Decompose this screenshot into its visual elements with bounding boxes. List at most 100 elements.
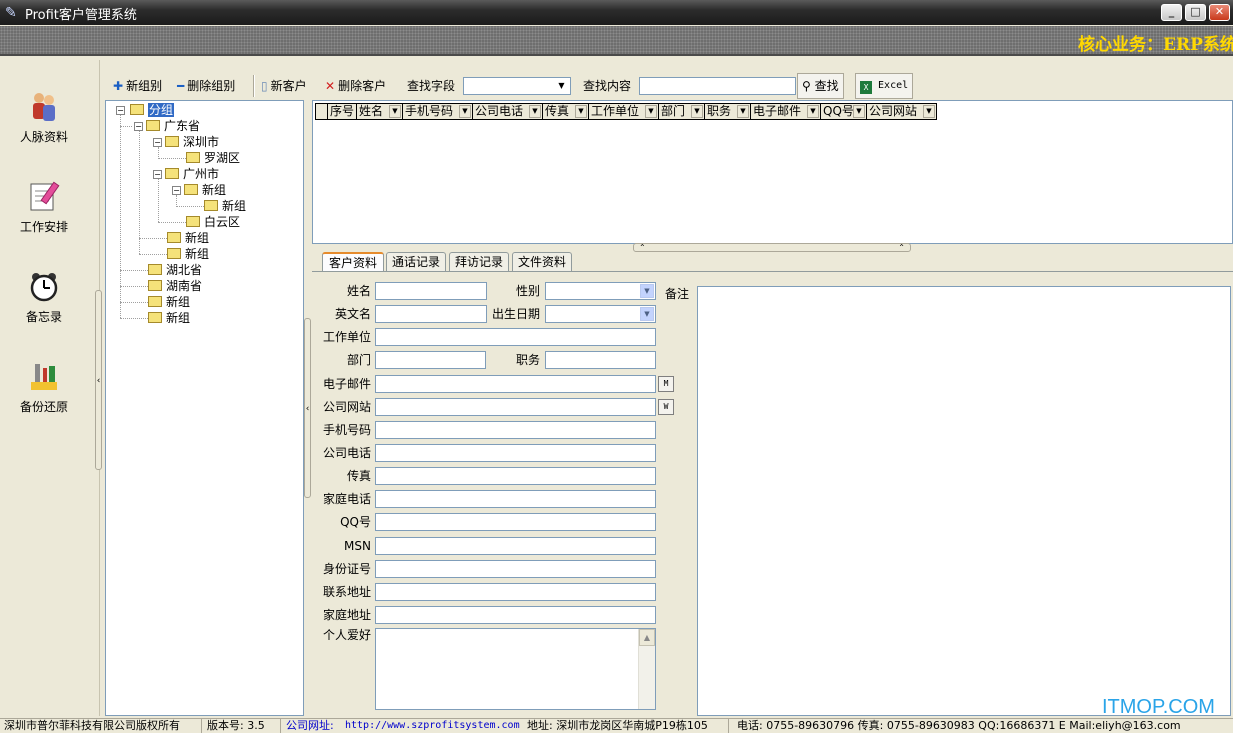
remark-textarea[interactable] <box>697 286 1231 716</box>
position-field[interactable] <box>545 351 656 369</box>
excel-button[interactable]: X Excel <box>855 73 914 99</box>
qq-field[interactable] <box>375 513 656 531</box>
grid-col-header[interactable]: 公司网站 ▼ <box>867 103 937 120</box>
send-mail-button[interactable]: M <box>658 376 674 392</box>
tree-node-guangdong[interactable]: − 广东省 <box>130 118 200 134</box>
grid-row-indicator <box>316 103 328 120</box>
scroll-up-icon[interactable]: ▲ <box>639 629 655 646</box>
collapse-icon[interactable]: − <box>153 138 162 147</box>
label-home-address: 家庭地址 <box>322 608 371 622</box>
new-group-button[interactable]: ✚ 新组别 <box>113 76 162 96</box>
nav-item-schedule[interactable]: 工作安排 <box>0 180 88 235</box>
department-field[interactable] <box>375 351 486 369</box>
collapse-tree-handle[interactable]: ‹ <box>304 318 311 498</box>
title-bar: ✎ Profit客户管理系统 _ □ ✕ <box>0 0 1233 25</box>
nav-item-contacts[interactable]: 人脉资料 <box>0 90 88 145</box>
tree-node-baiyun[interactable]: 白云区 <box>186 214 240 230</box>
grid-col-header[interactable]: 传真 ▼ <box>543 103 589 120</box>
grid-col-header[interactable]: 电子邮件 ▼ <box>751 103 821 120</box>
contact-address-field[interactable] <box>375 583 656 601</box>
label-hobbies: 个人爱好 <box>322 628 371 642</box>
english-name-field[interactable] <box>375 305 487 323</box>
tree-node-root[interactable]: − 分组 <box>114 102 175 118</box>
tab-file-data[interactable]: 文件资料 <box>512 252 572 272</box>
status-website-link[interactable]: http://www.szprofitsystem.com <box>345 719 520 733</box>
tree-node-gz-new-child[interactable]: 新组 <box>204 198 246 214</box>
delete-customer-button[interactable]: ✕ 删除客户 <box>325 76 386 96</box>
tree-node-shenzhen[interactable]: − 深圳市 <box>149 134 219 150</box>
minus-icon: ━ <box>177 79 185 93</box>
nav-item-memo[interactable]: 备忘录 <box>0 270 88 325</box>
folder-icon <box>165 168 179 179</box>
window-title: Profit客户管理系统 <box>25 8 137 23</box>
grid-col-header[interactable]: QQ号 ▼ <box>821 103 867 120</box>
msn-field[interactable] <box>375 537 656 555</box>
label-id-number: 身份证号 <box>322 562 371 576</box>
home-address-field[interactable] <box>375 606 656 624</box>
grid-col-header[interactable]: 职务 ▼ <box>705 103 751 120</box>
tree-node-gd-new-2[interactable]: 新组 <box>167 246 209 262</box>
home-phone-field[interactable] <box>375 490 656 508</box>
tree-node-gz-new[interactable]: − 新组 <box>168 182 226 198</box>
tree-node-hubei[interactable]: 湖北省 <box>148 262 202 278</box>
banner-marquee: 核心业务：ERP系统 <box>1078 35 1233 55</box>
search-content-input[interactable] <box>639 77 796 95</box>
mobile-field[interactable] <box>375 421 656 439</box>
email-field[interactable] <box>375 375 656 393</box>
label-website: 公司网站 <box>322 400 371 414</box>
tree-node-gd-new-1[interactable]: 新组 <box>167 230 209 246</box>
minimize-button[interactable]: _ <box>1161 4 1182 21</box>
chevron-up-icon: ⌃ <box>898 243 905 252</box>
collapse-icon[interactable]: − <box>116 106 125 115</box>
collapse-icon[interactable]: − <box>153 170 162 179</box>
open-website-button[interactable]: W <box>658 399 674 415</box>
customer-grid[interactable]: 序号 姓名 ▼ 手机号码 ▼ 公司电话 ▼ 传真 ▼ 工作单位 ▼ 部门 ▼ 职务 ▼ 电子邮… <box>312 100 1233 244</box>
close-button[interactable]: ✕ <box>1209 4 1230 21</box>
delete-group-button[interactable]: ━ 删除组别 <box>177 76 235 96</box>
tree-guide <box>158 222 186 223</box>
tab-call-records[interactable]: 通话记录 <box>386 252 446 272</box>
group-tree[interactable]: − 分组 − 广东省 − 深圳市 罗湖区 − 广州市 − 新组 新组 白云区 新… <box>105 100 304 716</box>
nav-item-backup[interactable]: 备份还原 <box>0 360 88 415</box>
gender-select[interactable]: ▼ <box>545 282 656 300</box>
collapse-left-handle[interactable]: ‹ <box>95 290 102 470</box>
grid-col-header[interactable]: 姓名 ▼ <box>357 103 403 120</box>
id-number-field[interactable] <box>375 560 656 578</box>
dropdown-icon: ▼ <box>923 105 935 118</box>
grid-col-header[interactable]: 手机号码 ▼ <box>403 103 473 120</box>
new-customer-button[interactable]: ▯ 新客户 <box>261 76 307 96</box>
tree-guide <box>120 318 148 319</box>
tree-guide <box>120 115 121 318</box>
chevron-down-icon: ▼ <box>640 307 654 321</box>
grid-splitter[interactable]: ⌃ ⌃ <box>633 243 911 252</box>
company-field[interactable] <box>375 328 656 346</box>
search-field-select[interactable]: ▼ <box>463 77 571 95</box>
grid-col-header[interactable]: 工作单位 ▼ <box>589 103 659 120</box>
dropdown-icon: ▼ <box>459 105 471 118</box>
website-field[interactable] <box>375 398 656 416</box>
company-phone-field[interactable] <box>375 444 656 462</box>
tab-visit-records[interactable]: 拜访记录 <box>449 252 509 272</box>
tab-customer-info[interactable]: 客户资料 <box>322 252 384 273</box>
name-field[interactable] <box>375 282 487 300</box>
birthday-select[interactable]: ▼ <box>545 305 656 323</box>
tree-node-root-new-1[interactable]: 新组 <box>148 294 190 310</box>
tree-node-luohu[interactable]: 罗湖区 <box>186 150 240 166</box>
status-contact: 电话: 0755-89630796 传真: 0755-89630983 QQ:1… <box>737 719 1181 732</box>
status-address: 地址: 深圳市龙岗区华南城P19栋105 <box>527 719 708 732</box>
tree-node-guangzhou[interactable]: − 广州市 <box>149 166 219 182</box>
folder-icon <box>204 200 218 211</box>
grid-col-header[interactable]: 部门 ▼ <box>659 103 705 120</box>
grid-col-header[interactable]: 序号 <box>328 103 357 120</box>
hobbies-textarea[interactable]: ▲ <box>375 628 656 710</box>
tree-node-hunan[interactable]: 湖南省 <box>148 278 202 294</box>
collapse-icon[interactable]: − <box>134 122 143 131</box>
search-button[interactable]: ⚲ 查找 <box>797 73 844 99</box>
scrollbar[interactable]: ▲ <box>638 629 655 709</box>
fax-field[interactable] <box>375 467 656 485</box>
grid-col-header[interactable]: 公司电话 ▼ <box>473 103 543 120</box>
tree-node-root-new-2[interactable]: 新组 <box>148 310 190 326</box>
folder-icon <box>186 152 200 163</box>
collapse-icon[interactable]: − <box>172 186 181 195</box>
maximize-button[interactable]: □ <box>1185 4 1206 21</box>
